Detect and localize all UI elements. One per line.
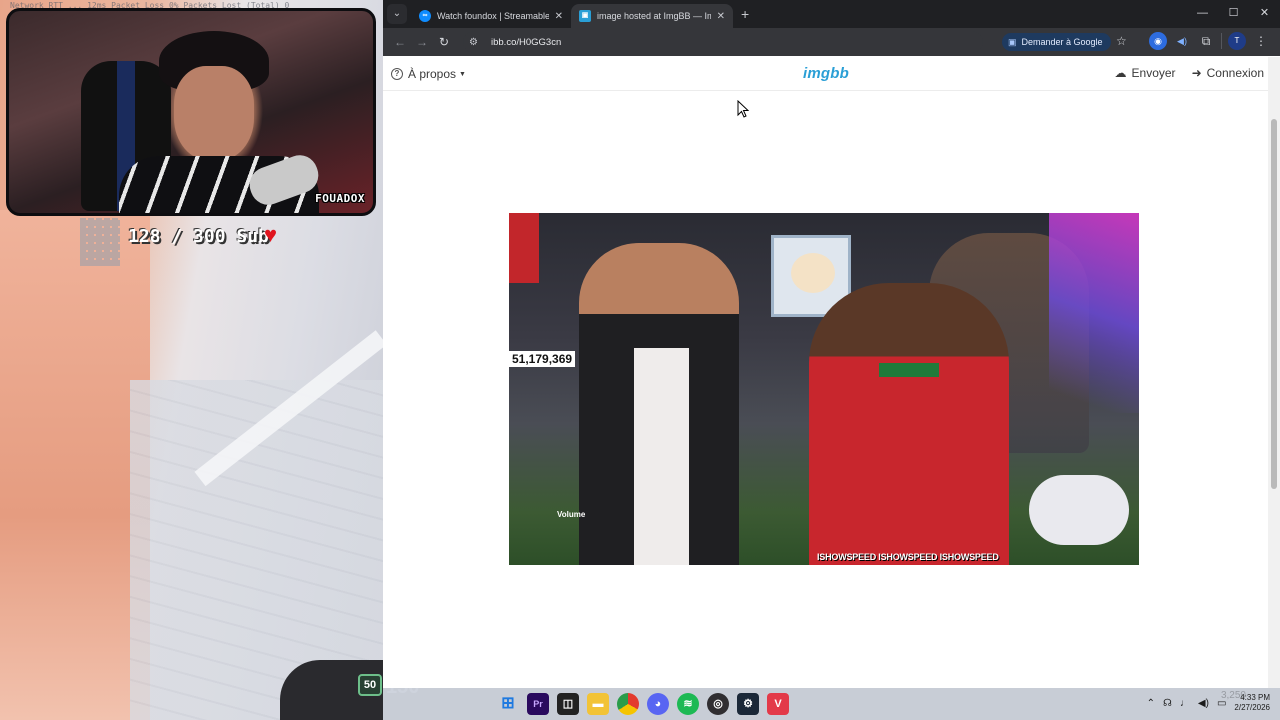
upload-label: Envoyer [1131,66,1176,80]
tab-title: Watch foundox | Streamable [437,11,549,21]
hosted-image[interactable]: 51,179,369 Volume ISHOWSPEED ISHOWSPEED … [509,213,1139,565]
toolbar-divider [1221,33,1222,49]
minimize-button[interactable]: — [1187,0,1218,28]
subscriber-counter: 51,179,369 [509,351,576,367]
site-info-icon[interactable]: ⚙ [469,37,483,48]
upload-link[interactable]: ☁ Envoyer [1115,66,1176,80]
address-bar[interactable]: ⚙ ibb.co/H0GG3cn [463,31,983,53]
image-person-right [809,283,1009,565]
tab-streamable[interactable]: ∞ Watch foundox | Streamable ✕ [411,4,571,28]
page-scrollbar[interactable] [1268,57,1280,688]
reload-button[interactable]: ↻ [433,31,455,53]
scroll-thumb[interactable] [1271,119,1277,489]
imgbb-page: ? À propos ▼ imgbb ☁ Envoyer ➜ Connexion [383,57,1268,688]
image-red-wall [509,213,539,283]
webcam-feed: FOUADOX [6,8,376,216]
site-header: ? À propos ▼ imgbb ☁ Envoyer ➜ Connexion [383,57,1268,91]
question-icon: ? [391,68,403,80]
imgbb-icon: ▣ [579,10,591,22]
imgbb-logo[interactable]: imgbb [803,65,849,82]
headset-icon[interactable]: ☊ [1163,698,1172,709]
spotify-icon[interactable]: ≋ [677,693,699,715]
window-controls: — ☐ ✕ [1187,0,1280,28]
clock-time: 4:33 PM [1240,693,1270,702]
about-menu[interactable]: ? À propos ▼ [391,67,466,81]
premiere-pro-icon[interactable]: Pr [527,693,549,715]
speaker-icon[interactable]: ◀) [1198,698,1209,709]
taskbar: ⊞ Pr ◫ ▬ ◕ ≋ ◎ ⚙ V 3,250 ⌃ ☊ ♩ ◀) ▭ 4:33… [383,688,1280,720]
image-pink-glow [1049,213,1139,413]
sub-goal-counter: 128 / 300 Sub [128,226,269,247]
mic-icon[interactable]: ♩ [1180,698,1190,709]
forward-button[interactable]: → [411,31,433,53]
image-shirt [634,348,689,565]
streamable-icon: ∞ [419,10,431,22]
tab-search-button[interactable]: ⌄ [387,4,407,24]
chrome-icon[interactable] [617,693,639,715]
clock[interactable]: 4:33 PM 2/27/2026 [1234,693,1270,713]
close-icon[interactable]: ✕ [555,11,563,22]
heart-icon: ♥ [264,222,278,247]
google-lens-icon: ▣ [1008,36,1017,47]
audio-icon[interactable]: ◀) [1173,32,1191,50]
ask-google-button[interactable]: ▣ Demander à Google [1002,33,1111,51]
obs-icon[interactable]: ◎ [707,693,729,715]
streamer-face [174,66,254,161]
display-icon[interactable]: ▭ [1217,698,1226,709]
cam-name-label: FOUADOX [315,192,365,205]
game-wall [0,210,150,720]
extensions-puzzle-icon[interactable]: ⧉ [1197,32,1215,50]
image-sign-face [791,253,835,293]
close-icon[interactable]: ✕ [717,11,725,22]
ask-google-label: Demander à Google [1021,37,1103,47]
file-explorer-icon[interactable]: ▬ [587,693,609,715]
back-button[interactable]: ← [389,31,411,53]
steam-icon[interactable]: ⚙ [737,693,759,715]
tab-imgbb[interactable]: ▣ image hosted at ImgBB — ImgBB ✕ [571,4,733,28]
kebab-menu-icon[interactable]: ⋮ [1252,32,1270,50]
sign-in-icon: ➜ [1191,66,1202,80]
extensions-area: ◉ ◀) ⧉ T ⋮ [1149,32,1270,50]
clock-date: 2/27/2026 [1234,703,1270,712]
url-text: ibb.co/H0GG3cn [491,36,562,48]
valorant-icon[interactable]: V [767,693,789,715]
caret-down-icon: ▼ [459,70,466,78]
browser-window: ⌄ ∞ Watch foundox | Streamable ✕ ▣ image… [383,0,1280,688]
maximize-button[interactable]: ☐ [1218,0,1249,28]
profile-avatar[interactable]: T [1228,32,1246,50]
windows-start-icon[interactable]: ⊞ [497,693,519,715]
extension-icon[interactable]: ◉ [1149,32,1167,50]
login-link[interactable]: ➜ Connexion [1192,66,1264,80]
bookmark-star-icon[interactable]: ☆ [1116,34,1127,48]
cloud-upload-icon: ☁ [1114,66,1127,80]
login-label: Connexion [1206,66,1264,80]
hud-ability-badge: 50 [358,674,382,696]
vtop-icon[interactable]: ◫ [557,693,579,715]
taskbar-apps: ⊞ Pr ◫ ▬ ◕ ≋ ◎ ⚙ V [497,693,789,715]
new-tab-button[interactable]: + [741,6,749,22]
browser-toolbar: ← → ↻ ⚙ ibb.co/H0GG3cn ▣ Demander à Goog… [383,28,1280,56]
chevron-up-icon[interactable]: ⌃ [1147,698,1155,709]
pixel-logo-icon [80,218,120,266]
tab-title: image hosted at ImgBB — ImgBB [597,11,711,21]
system-tray: ⌃ ☊ ♩ ◀) ▭ 4:33 PM 2/27/2026 [1147,693,1270,713]
socials-banner: ISHOWSPEED ISHOWSPEED ISHOWSPEED [817,552,999,562]
image-sleeper [1029,475,1129,545]
close-window-button[interactable]: ✕ [1249,0,1280,28]
image-collar [879,363,939,377]
volume-label: Volume [557,510,586,519]
discord-icon[interactable]: ◕ [647,693,669,715]
tab-strip: ⌄ ∞ Watch foundox | Streamable ✕ ▣ image… [383,0,1280,28]
about-label: À propos [408,67,457,81]
header-actions: ☁ Envoyer ➜ Connexion [1115,66,1264,80]
